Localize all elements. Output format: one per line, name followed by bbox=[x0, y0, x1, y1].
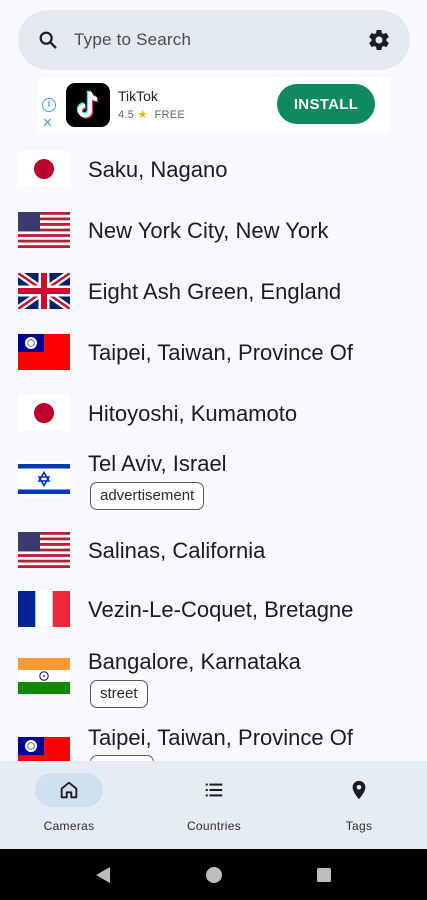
list-item[interactable]: Salinas, California bbox=[0, 520, 427, 580]
list-item[interactable]: Eight Ash Green, England bbox=[0, 261, 427, 321]
camera-location: Salinas, California bbox=[88, 538, 266, 563]
ad-app-rating: 4.5 ★ FREE bbox=[118, 108, 185, 121]
ad-app-name: TikTok bbox=[118, 88, 158, 104]
ad-rating-value: 4.5 bbox=[118, 109, 135, 121]
uk-flag-icon bbox=[18, 273, 70, 309]
india-flag-icon bbox=[18, 658, 70, 694]
back-icon[interactable] bbox=[96, 867, 110, 883]
location-pin-icon[interactable] bbox=[325, 773, 393, 807]
tag-chip[interactable]: street bbox=[90, 680, 148, 708]
recents-icon[interactable] bbox=[317, 868, 331, 882]
list-item[interactable]: Saku, Nagano bbox=[0, 139, 427, 199]
gear-icon[interactable] bbox=[366, 27, 392, 53]
home-circle-icon[interactable] bbox=[206, 867, 222, 883]
camera-location: Tel Aviv, Israel bbox=[88, 451, 227, 476]
camera-location: Taipei, Taiwan, Province Of bbox=[88, 340, 353, 365]
list-item[interactable]: Taipei, Taiwan, Province Of bbox=[0, 322, 427, 382]
taiwan-flag-icon bbox=[18, 334, 70, 370]
ad-price: FREE bbox=[154, 109, 185, 121]
france-flag-icon bbox=[18, 591, 70, 627]
search-bar[interactable]: Type to Search bbox=[18, 10, 410, 70]
list-item[interactable]: Bangalore, Karnataka street bbox=[0, 642, 427, 724]
camera-location: Saku, Nagano bbox=[88, 157, 228, 182]
list-item[interactable]: New York City, New York bbox=[0, 200, 427, 260]
bottom-navigation: Cameras Countries Tags bbox=[0, 761, 427, 849]
nav-label: Countries bbox=[186, 819, 242, 833]
star-icon: ★ bbox=[137, 109, 148, 121]
nav-label: Cameras bbox=[43, 819, 95, 833]
tiktok-logo-icon bbox=[66, 83, 110, 127]
nav-label: Tags bbox=[345, 819, 373, 833]
list-item[interactable]: Taipei, Taiwan, Province Of bbox=[0, 720, 427, 761]
camera-location: Bangalore, Karnataka bbox=[88, 649, 301, 674]
ad-info-icon[interactable]: i bbox=[42, 98, 56, 112]
system-navigation-bar bbox=[0, 849, 427, 900]
install-button[interactable]: INSTALL bbox=[277, 84, 375, 124]
nav-countries[interactable]: Countries bbox=[164, 773, 264, 833]
list-item[interactable]: Vezin-Le-Coquet, Bretagne bbox=[0, 581, 427, 641]
system-nav-buttons bbox=[96, 867, 331, 883]
japan-flag-icon bbox=[18, 151, 70, 187]
search-input[interactable]: Type to Search bbox=[74, 30, 366, 50]
camera-location: New York City, New York bbox=[88, 218, 329, 243]
search-icon[interactable] bbox=[36, 28, 60, 52]
camera-location: Eight Ash Green, England bbox=[88, 279, 342, 304]
nav-cameras[interactable]: Cameras bbox=[19, 773, 119, 833]
ad-banner[interactable]: i ✕ TikTok 4.5 ★ FREE INSTALL bbox=[38, 78, 390, 132]
tag-chip[interactable]: advertisement bbox=[90, 482, 205, 510]
camera-location: Vezin-Le-Coquet, Bretagne bbox=[88, 597, 354, 622]
japan-flag-icon bbox=[18, 395, 70, 431]
usa-flag-icon bbox=[18, 532, 70, 568]
taiwan-flag-icon bbox=[18, 737, 70, 761]
list-item[interactable]: Hitoyoshi, Kumamoto bbox=[0, 383, 427, 443]
nav-tags[interactable]: Tags bbox=[309, 773, 409, 833]
usa-flag-icon bbox=[18, 212, 70, 248]
ad-close-icon[interactable]: ✕ bbox=[42, 116, 53, 129]
list-icon[interactable] bbox=[180, 773, 248, 807]
camera-location: Hitoyoshi, Kumamoto bbox=[88, 401, 298, 426]
camera-location: Taipei, Taiwan, Province Of bbox=[88, 725, 353, 750]
list-item[interactable]: Tel Aviv, Israel advertisement bbox=[0, 444, 427, 526]
home-icon[interactable] bbox=[35, 773, 103, 807]
israel-flag-icon bbox=[18, 461, 70, 497]
